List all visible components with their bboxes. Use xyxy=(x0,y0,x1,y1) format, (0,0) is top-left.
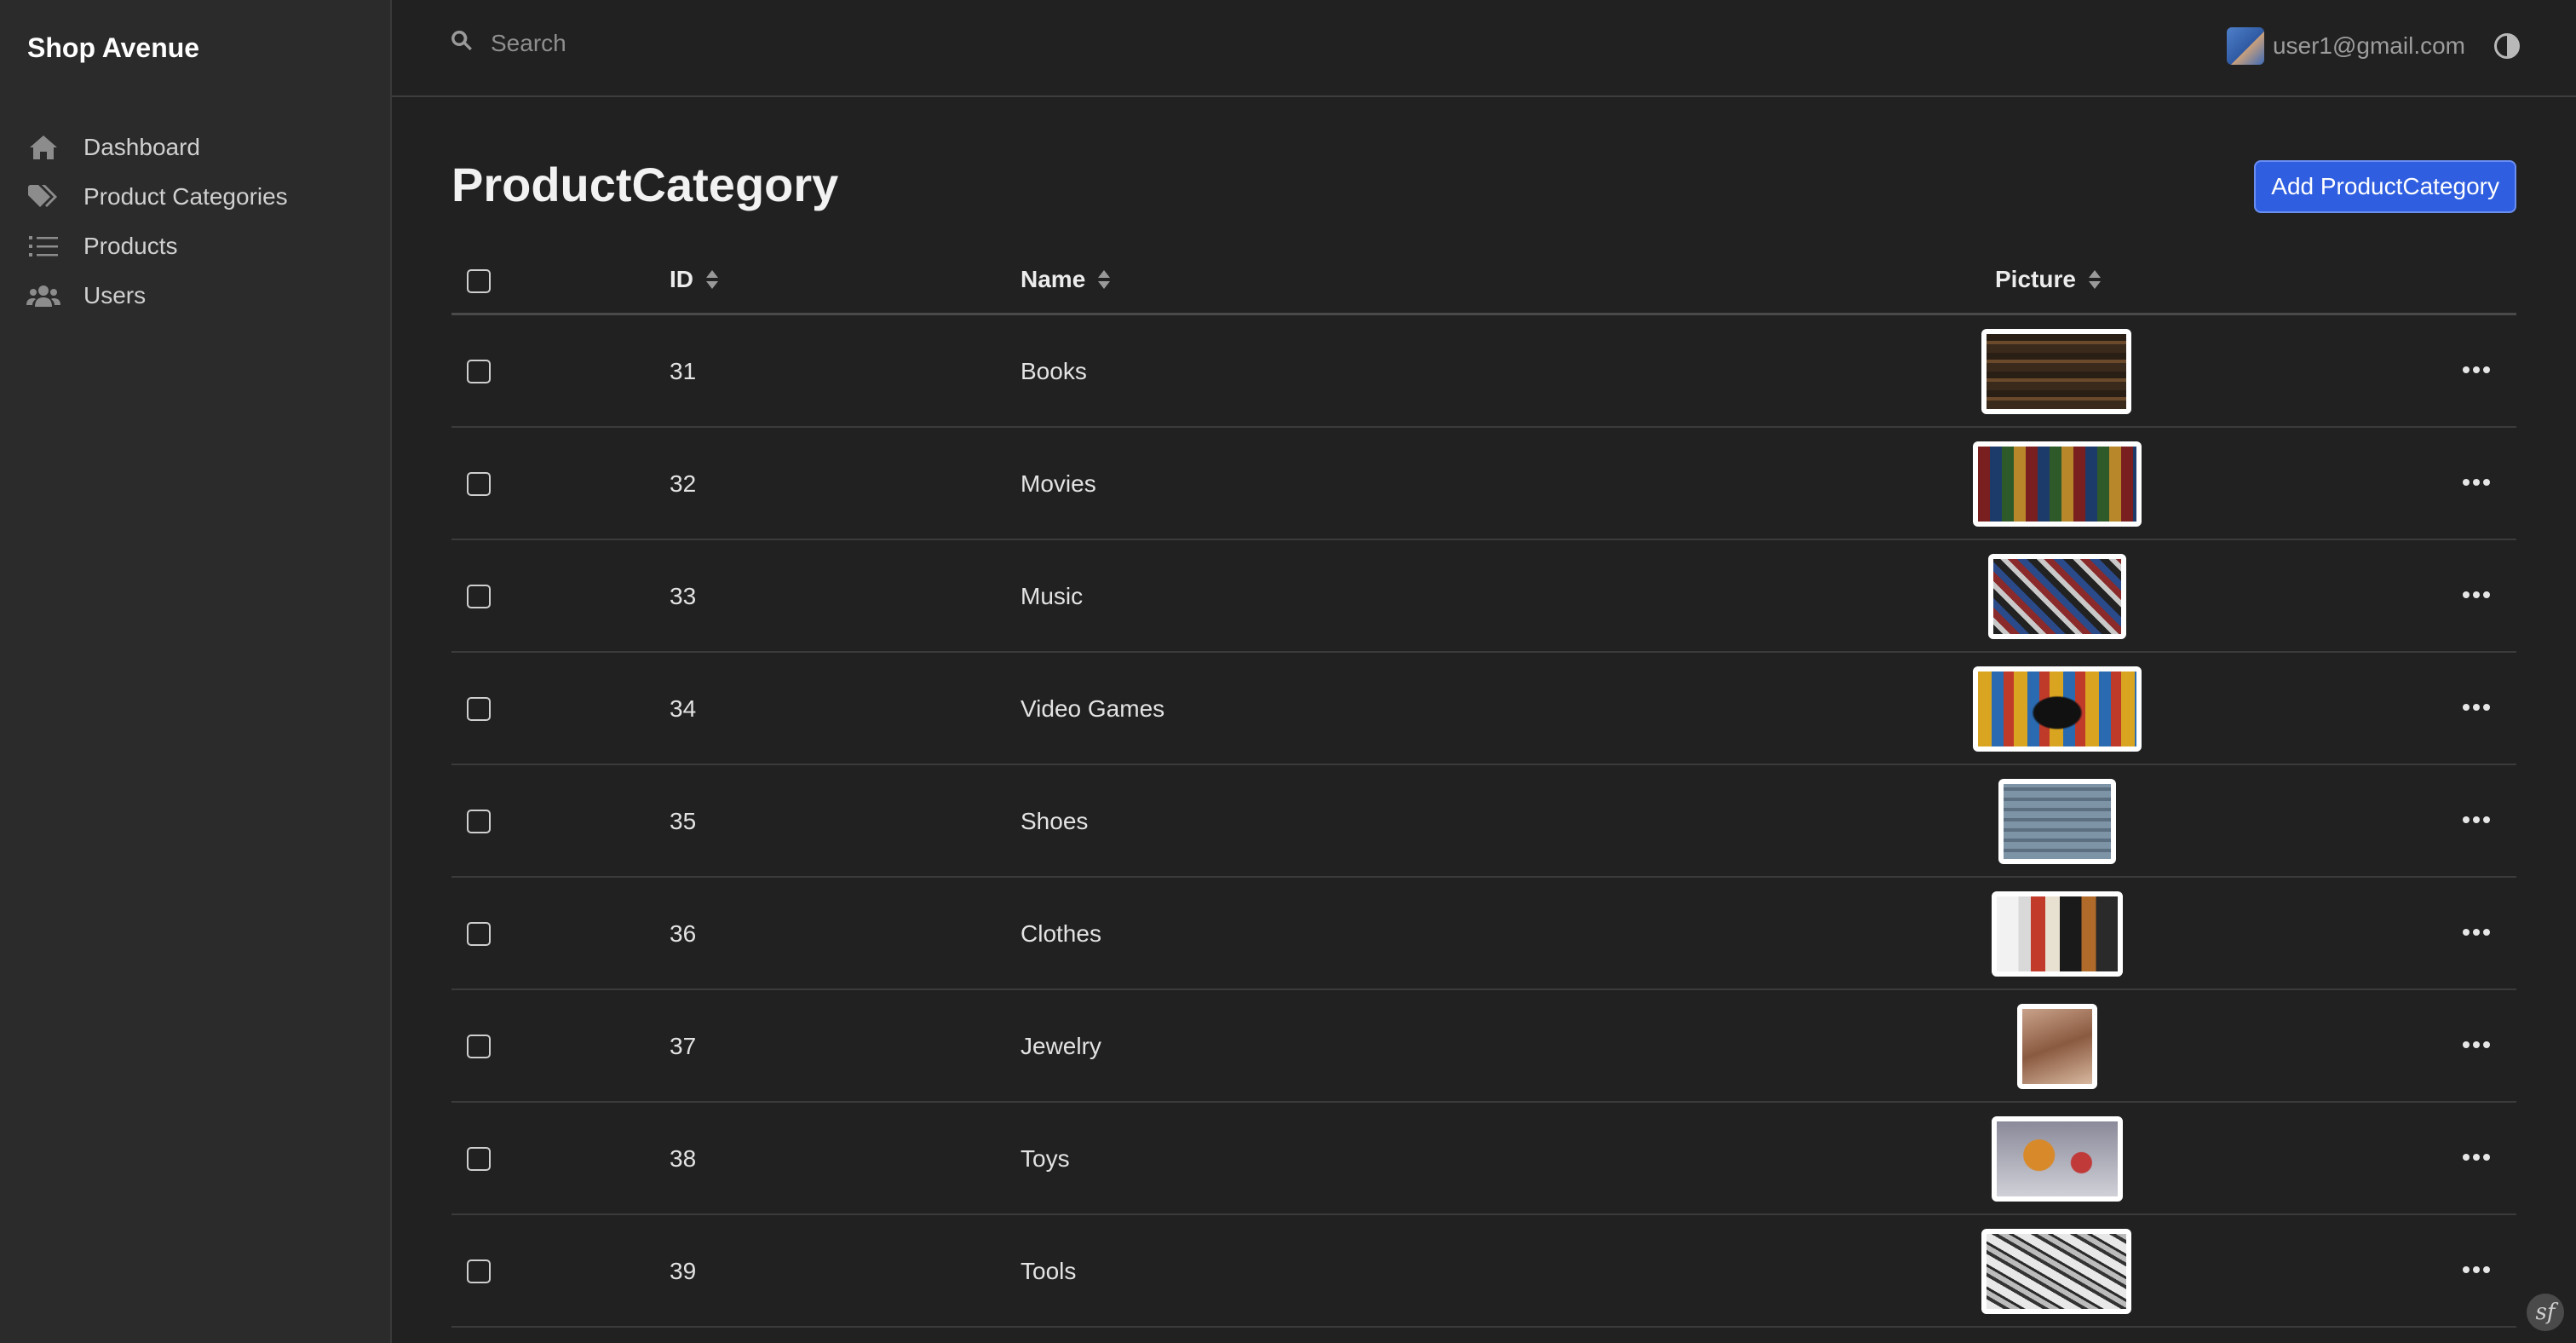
search-box xyxy=(450,29,1002,57)
add-product-category-button[interactable]: Add ProductCategory xyxy=(2254,160,2516,213)
sidebar-item-label: Dashboard xyxy=(83,134,200,160)
sidebar-item-users[interactable]: Users xyxy=(26,271,288,320)
more-actions-icon[interactable] xyxy=(2462,924,2491,941)
select-all-checkbox[interactable] xyxy=(467,269,491,293)
home-icon xyxy=(26,130,61,165)
table-row[interactable]: 31 Books xyxy=(451,315,2516,428)
table-row[interactable]: 38 Toys xyxy=(451,1103,2516,1215)
sort-icon[interactable] xyxy=(2088,269,2102,290)
sidebar-item-label: Products xyxy=(83,233,178,259)
user-menu[interactable]: user1@gmail.com xyxy=(2226,27,2520,65)
category-picture[interactable] xyxy=(1992,1116,2123,1202)
sidebar-item-label: Product Categories xyxy=(83,183,288,210)
sort-icon[interactable] xyxy=(705,269,719,290)
more-actions-icon[interactable] xyxy=(2462,1036,2491,1053)
sidebar: Shop Avenue Dashboard Product Categories… xyxy=(0,0,392,1343)
category-picture[interactable] xyxy=(1988,554,2126,639)
table-header: ID Name Picture xyxy=(451,247,2516,315)
category-picture[interactable] xyxy=(1992,891,2123,977)
row-checkbox[interactable] xyxy=(467,1259,491,1283)
row-id: 35 xyxy=(670,808,697,834)
row-checkbox[interactable] xyxy=(467,360,491,383)
search-input[interactable] xyxy=(491,29,1002,57)
row-name: Tools xyxy=(1021,1258,1077,1284)
row-checkbox[interactable] xyxy=(467,922,491,946)
tags-icon xyxy=(26,179,61,215)
row-checkbox[interactable] xyxy=(467,810,491,833)
page-title: ProductCategory xyxy=(451,158,839,211)
column-header-picture[interactable]: Picture xyxy=(1995,266,2102,293)
row-name: Movies xyxy=(1021,470,1096,497)
table-row[interactable]: 34 Video Games xyxy=(451,653,2516,765)
table-row[interactable]: 33 Music xyxy=(451,540,2516,653)
more-actions-icon[interactable] xyxy=(2462,699,2491,716)
sidebar-item-products[interactable]: Products xyxy=(26,222,288,271)
column-label: Name xyxy=(1021,266,1086,292)
category-picture[interactable] xyxy=(1973,441,2142,527)
category-picture[interactable] xyxy=(1973,666,2142,752)
table-row[interactable]: 37 Jewelry xyxy=(451,990,2516,1103)
category-picture[interactable] xyxy=(2017,1004,2097,1089)
table-row[interactable]: 36 Clothes xyxy=(451,878,2516,990)
category-picture[interactable] xyxy=(1981,1229,2131,1314)
row-name: Video Games xyxy=(1021,695,1165,722)
sidebar-item-dashboard[interactable]: Dashboard xyxy=(26,123,288,172)
row-name: Clothes xyxy=(1021,920,1101,947)
more-actions-icon[interactable] xyxy=(2462,811,2491,828)
more-actions-icon[interactable] xyxy=(2462,1149,2491,1166)
category-picture[interactable] xyxy=(1981,329,2131,414)
user-email: user1@gmail.com xyxy=(2272,32,2465,59)
row-checkbox[interactable] xyxy=(467,697,491,721)
column-label: ID xyxy=(670,266,693,292)
row-name: Music xyxy=(1021,583,1084,609)
row-checkbox[interactable] xyxy=(467,472,491,496)
top-bar: user1@gmail.com xyxy=(392,0,2576,97)
table-row[interactable]: 32 Movies xyxy=(451,428,2516,540)
row-checkbox[interactable] xyxy=(467,1035,491,1058)
row-id: 34 xyxy=(670,695,697,722)
theme-toggle-icon[interactable] xyxy=(2494,33,2520,59)
search-icon xyxy=(450,29,474,57)
data-table: ID Name Picture 31 Books 32 Movies 33 Mu… xyxy=(451,247,2516,1328)
sort-icon[interactable] xyxy=(1097,269,1111,290)
more-actions-icon[interactable] xyxy=(2462,474,2491,491)
row-name: Toys xyxy=(1021,1145,1070,1172)
more-actions-icon[interactable] xyxy=(2462,586,2491,603)
avatar xyxy=(2226,27,2264,65)
sidebar-nav: Dashboard Product Categories Products Us… xyxy=(26,123,288,320)
row-id: 39 xyxy=(670,1258,697,1284)
symfony-toolbar-icon[interactable]: sf xyxy=(2527,1294,2564,1331)
app-root: Shop Avenue Dashboard Product Categories… xyxy=(0,0,2576,1343)
more-actions-icon[interactable] xyxy=(2462,361,2491,378)
users-icon xyxy=(26,278,61,314)
sidebar-item-label: Users xyxy=(83,282,147,308)
column-header-id[interactable]: ID xyxy=(670,266,719,293)
row-id: 38 xyxy=(670,1145,697,1172)
row-name: Shoes xyxy=(1021,808,1089,834)
table-row[interactable]: 39 Tools xyxy=(451,1215,2516,1328)
row-name: Jewelry xyxy=(1021,1033,1101,1059)
row-id: 37 xyxy=(670,1033,697,1059)
row-checkbox[interactable] xyxy=(467,585,491,608)
row-id: 33 xyxy=(670,583,697,609)
row-checkbox[interactable] xyxy=(467,1147,491,1171)
row-name: Books xyxy=(1021,358,1087,384)
sidebar-item-product-categories[interactable]: Product Categories xyxy=(26,172,288,222)
column-header-name[interactable]: Name xyxy=(1021,266,1111,293)
category-picture[interactable] xyxy=(1998,779,2116,864)
row-id: 31 xyxy=(670,358,697,384)
brand-title[interactable]: Shop Avenue xyxy=(27,32,199,64)
more-actions-icon[interactable] xyxy=(2462,1261,2491,1278)
row-id: 32 xyxy=(670,470,697,497)
row-id: 36 xyxy=(670,920,697,947)
list-icon xyxy=(26,228,61,264)
column-label: Picture xyxy=(1995,266,2076,292)
table-row[interactable]: 35 Shoes xyxy=(451,765,2516,878)
